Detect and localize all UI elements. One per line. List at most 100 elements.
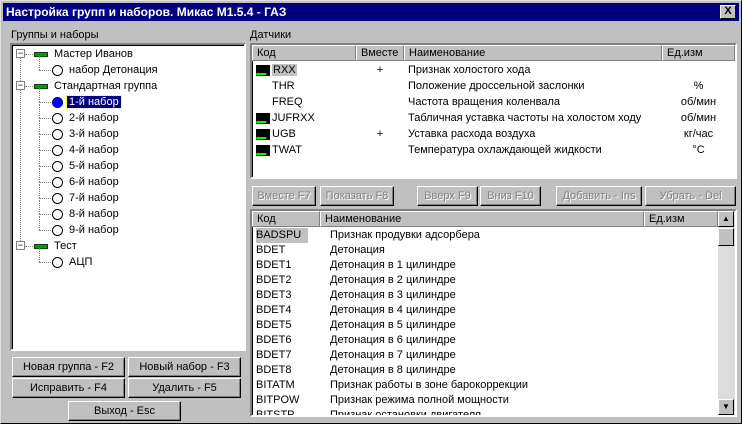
show-button[interactable]: Показать F8 bbox=[320, 186, 394, 206]
all-sensor-name: Детонация в 8 цилиндре bbox=[330, 364, 456, 376]
tree-set-label: 2-й набор bbox=[69, 112, 119, 124]
tree-set-item[interactable]: 9-й набор bbox=[52, 222, 121, 238]
tree-set-item[interactable]: набор Детонация bbox=[52, 62, 160, 78]
tree-set-item[interactable]: 8-й набор bbox=[52, 206, 121, 222]
all-sensor-code: BDET2 bbox=[256, 274, 292, 286]
scroll-down-arrow-icon[interactable]: ▼ bbox=[718, 399, 734, 415]
table-row[interactable]: THR Положение дроссельной заслонки% bbox=[252, 78, 735, 94]
tree-connector bbox=[39, 262, 51, 263]
tree-set-item[interactable]: 4-й набор bbox=[52, 142, 121, 158]
new-set-button[interactable]: Новый набор - F3 bbox=[128, 357, 241, 377]
tree-set-item[interactable]: 2-й набор bbox=[52, 110, 121, 126]
sensor-code-cell: THR bbox=[256, 78, 356, 94]
col-name[interactable]: Наименование bbox=[404, 45, 662, 61]
list-item[interactable]: BDET4 Детонация в 4 цилиндре bbox=[252, 303, 718, 318]
edit-button[interactable]: Исправить - F4 bbox=[12, 378, 125, 398]
all-sensor-name: Признак остановки двигателя bbox=[330, 409, 482, 417]
list-item[interactable]: BDET3 Детонация в 3 цилиндре bbox=[252, 288, 718, 303]
all-sensor-code: BDET3 bbox=[256, 289, 292, 301]
close-button[interactable]: X bbox=[720, 5, 736, 19]
tree-set-label: набор Детонация bbox=[69, 64, 158, 76]
list-item[interactable]: BADSPU Признак продувки адсорбера bbox=[252, 228, 718, 243]
all-sensor-code: BDET bbox=[256, 244, 286, 256]
tree-set-item[interactable]: АЦП bbox=[52, 254, 94, 270]
tree-set-item[interactable]: 7-й набор bbox=[52, 190, 121, 206]
collapse-icon[interactable]: − bbox=[16, 49, 25, 58]
list-item[interactable]: BDET Детонация bbox=[252, 243, 718, 258]
tree-set-item[interactable]: 6-й набор bbox=[52, 174, 121, 190]
title-bar: Настройка групп и наборов. Микас М1.5.4 … bbox=[3, 3, 739, 21]
vertical-scrollbar[interactable]: ▲ ▼ bbox=[718, 211, 735, 415]
tree-group[interactable]: Мастер Иванов bbox=[34, 46, 135, 62]
all-sensor-code: BITATM bbox=[256, 379, 295, 391]
tree-group[interactable]: Стандартная группа bbox=[34, 78, 159, 94]
new-group-button[interactable]: Новая группа - F2 bbox=[12, 357, 125, 377]
tree-group[interactable]: Тест bbox=[34, 238, 79, 254]
table-row[interactable]: RXX + Признак холостого хода bbox=[252, 62, 735, 78]
table-row[interactable]: TWAT Температура охлаждающей жидкости °C bbox=[252, 142, 735, 158]
scroll-up-arrow-icon[interactable]: ▲ bbox=[718, 211, 734, 227]
all-sensor-name: Детонация в 5 цилиндре bbox=[330, 319, 456, 331]
add-button[interactable]: Добавить - Ins bbox=[556, 186, 642, 206]
collapse-icon[interactable]: − bbox=[16, 81, 25, 90]
all-sensor-name: Признак работы в зоне барокоррекции bbox=[330, 379, 529, 391]
scroll-thumb[interactable] bbox=[718, 228, 734, 246]
down-button[interactable]: Вниз F10 bbox=[480, 186, 541, 206]
col-code-all[interactable]: Код bbox=[252, 211, 320, 227]
list-item[interactable]: BITSTP Признак остановки двигателя bbox=[252, 408, 718, 417]
list-item[interactable]: BDET1 Детонация в 1 цилиндре bbox=[252, 258, 718, 273]
remove-button[interactable]: Убрать - Del bbox=[645, 186, 736, 206]
tree-set-item[interactable]: 3-й набор bbox=[52, 126, 121, 142]
tree-connector bbox=[39, 56, 40, 70]
col-unit[interactable]: Ед.изм bbox=[662, 45, 735, 61]
tree-connector bbox=[39, 168, 40, 182]
all-sensor-name: Детонация bbox=[330, 244, 385, 256]
list-item[interactable]: BDET5 Детонация в 5 цилиндре bbox=[252, 318, 718, 333]
tree-connector bbox=[25, 86, 33, 87]
sensor-unit: % bbox=[693, 80, 704, 92]
table-row[interactable]: UGB + Уставка расхода воздуха кг/час bbox=[252, 126, 735, 142]
sensor-graph-icon bbox=[256, 112, 270, 124]
tree-connector bbox=[39, 88, 40, 102]
collapse-icon[interactable]: − bbox=[16, 241, 25, 250]
tree-connector bbox=[39, 134, 51, 135]
tree-connector bbox=[39, 150, 51, 151]
radio-icon bbox=[52, 192, 63, 204]
up-button[interactable]: Вверх F9 bbox=[417, 186, 478, 206]
exit-button[interactable]: Выход - Esc bbox=[68, 401, 181, 421]
list-item[interactable]: BITATM Признак работы в зоне барокоррекци… bbox=[252, 378, 718, 393]
list-item[interactable]: BITPOW Признак режима полной мощности bbox=[252, 393, 718, 408]
tree-connector bbox=[39, 166, 51, 167]
list-item[interactable]: BDET8 Детонация в 8 цилиндре bbox=[252, 363, 718, 378]
col-together[interactable]: Вместе bbox=[356, 45, 404, 61]
delete-button[interactable]: Удалить - F5 bbox=[128, 378, 241, 398]
tree-set-label: 3-й набор bbox=[69, 128, 119, 140]
sensor-name: Частота вращения коленвала bbox=[408, 96, 560, 108]
list-item[interactable]: BDET7 Детонация в 7 цилиндре bbox=[252, 348, 718, 363]
col-name-all[interactable]: Наименование bbox=[320, 211, 644, 227]
sensor-unit: об/мин bbox=[680, 96, 717, 108]
col-unit-all[interactable]: Ед.изм bbox=[644, 211, 718, 227]
tree-set-item[interactable]: 1-й набор bbox=[52, 94, 122, 110]
table-row[interactable]: JUFRXX Табличная уставка частоты на холос… bbox=[252, 110, 735, 126]
window-title: Настройка групп и наборов. Микас М1.5.4 … bbox=[6, 5, 287, 19]
list-item[interactable]: BDET6 Детонация в 6 цилиндре bbox=[252, 333, 718, 348]
tree-connector bbox=[39, 152, 40, 166]
together-button[interactable]: Вместе F7 bbox=[252, 186, 316, 206]
tree-set-label: 9-й набор bbox=[69, 224, 119, 236]
all-sensor-code: BDET6 bbox=[256, 334, 292, 346]
sensor-name: Признак холостого хода bbox=[408, 64, 531, 76]
col-code[interactable]: Код bbox=[252, 45, 356, 61]
groups-tree[interactable]: − Мастер Иванов набор Детонация − Стандартна… bbox=[10, 43, 246, 351]
radio-icon bbox=[52, 224, 63, 236]
all-sensor-name: Признак режима полной мощности bbox=[330, 394, 509, 406]
tree-connector bbox=[39, 70, 51, 71]
tree-group-label: Мастер Иванов bbox=[54, 48, 133, 60]
list-item[interactable]: BDET2 Детонация в 2 цилиндре bbox=[252, 273, 718, 288]
all-sensor-name: Детонация в 1 цилиндре bbox=[330, 259, 456, 271]
group-icon bbox=[34, 51, 48, 57]
table-row[interactable]: FREQ Частота вращения коленвала об/мин bbox=[252, 94, 735, 110]
sensor-name: Уставка расхода воздуха bbox=[408, 128, 536, 140]
tree-set-item[interactable]: 5-й набор bbox=[52, 158, 121, 174]
tree-group-label: Стандартная группа bbox=[54, 80, 158, 92]
